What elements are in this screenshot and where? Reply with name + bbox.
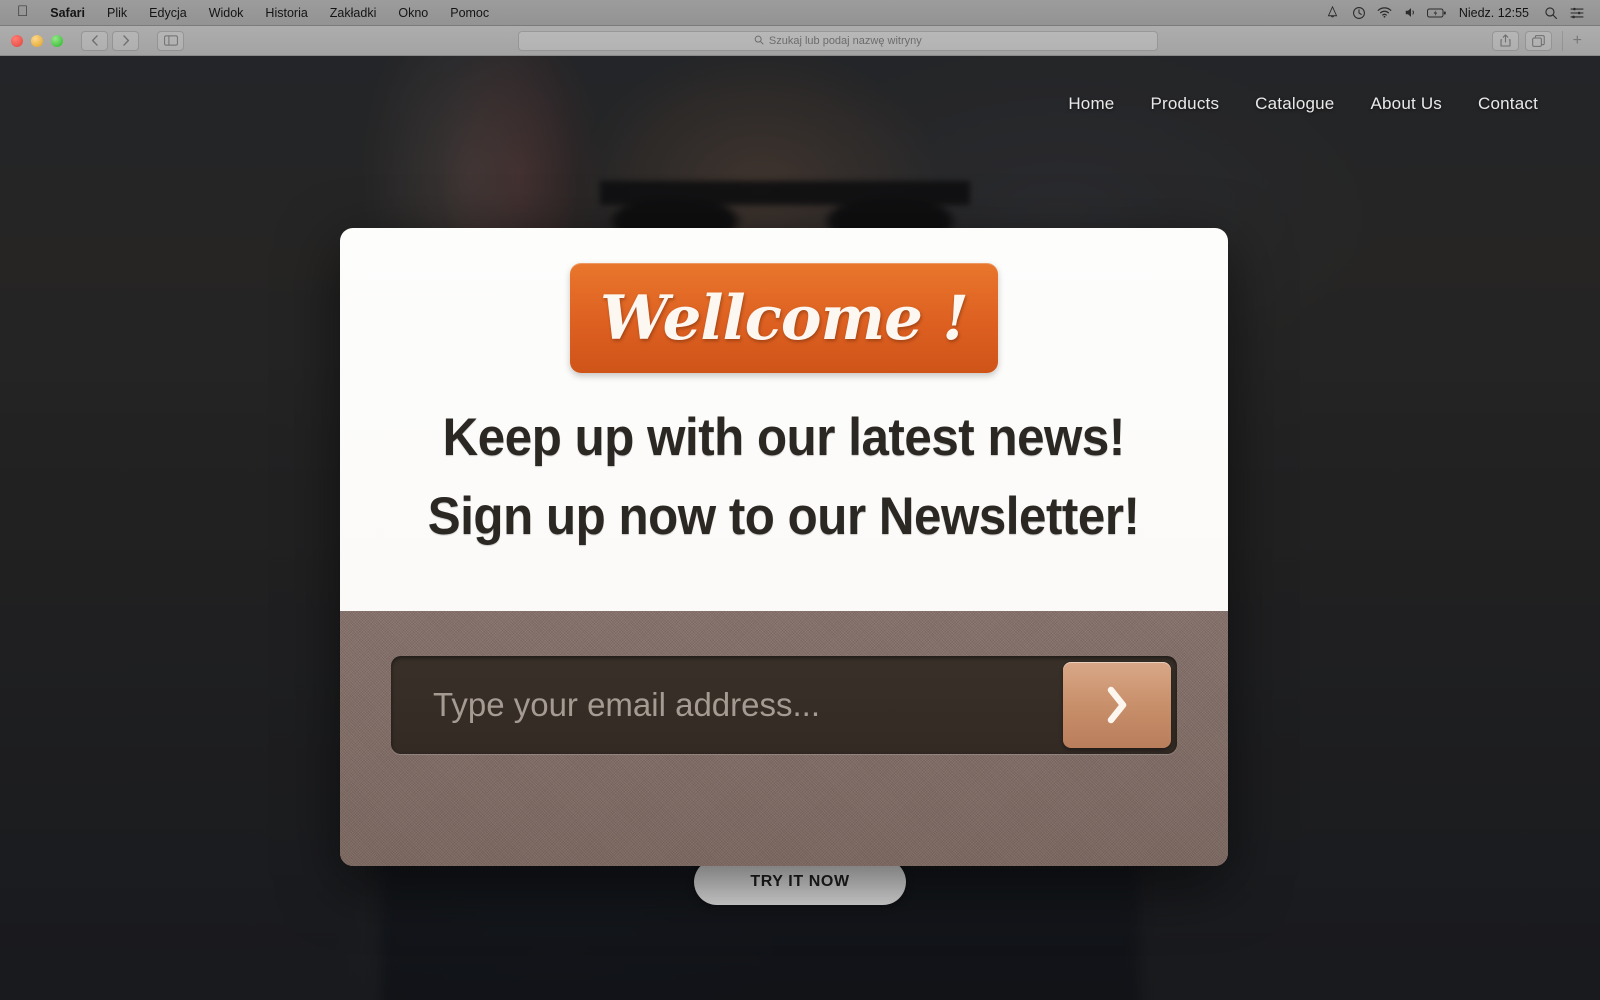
nav-link-home[interactable]: Home: [1068, 94, 1114, 114]
menu-item-zakladki[interactable]: Zakładki: [319, 0, 388, 26]
chevron-right-icon: [1106, 686, 1128, 724]
web-page-content: Home Products Catalogue About Us Contact…: [0, 56, 1600, 1000]
window-traffic-lights: [0, 34, 63, 47]
show-tabs-icon[interactable]: [1524, 30, 1552, 51]
address-bar[interactable]: Szukaj lub podaj nazwę witryny: [517, 30, 1158, 51]
minimize-window-button[interactable]: [31, 34, 43, 47]
menu-item-pomoc[interactable]: Pomoc: [439, 0, 500, 26]
menu-item-safari[interactable]: Safari: [39, 0, 96, 26]
nav-link-about-us[interactable]: About Us: [1370, 94, 1442, 114]
apple-logo-icon[interactable]: : [14, 4, 39, 21]
submit-email-button[interactable]: [1063, 662, 1171, 748]
close-window-button[interactable]: [11, 34, 23, 47]
nav-link-catalogue[interactable]: Catalogue: [1255, 94, 1334, 114]
wifi-icon[interactable]: [1372, 0, 1398, 26]
menu-item-edycja[interactable]: Edycja: [138, 0, 198, 26]
battery-icon[interactable]: [1424, 0, 1450, 26]
notification-bell-icon[interactable]: [1320, 0, 1346, 26]
sidebar-toggle-button[interactable]: [157, 30, 184, 51]
modal-headline-1: Keep up with our latest news!: [442, 408, 1126, 467]
address-bar-container: Szukaj lub podaj nazwę witryny: [184, 30, 1492, 51]
back-button[interactable]: [81, 30, 108, 51]
magnifier-icon: [754, 32, 764, 50]
menu-item-historia[interactable]: Historia: [254, 0, 318, 26]
spotlight-search-icon[interactable]: [1538, 0, 1564, 26]
safari-toolbar: Szukaj lub podaj nazwę witryny +: [0, 26, 1600, 56]
email-input[interactable]: [397, 662, 1063, 748]
menu-item-plik[interactable]: Plik: [96, 0, 138, 26]
site-navigation: Home Products Catalogue About Us Contact: [1068, 94, 1538, 114]
address-bar-placeholder: Szukaj lub podaj nazwę witryny: [768, 34, 922, 47]
new-tab-button[interactable]: +: [1561, 30, 1588, 51]
menu-bar-clock[interactable]: Niedz. 12:55: [1450, 0, 1538, 26]
welcome-banner-text: Wellcome !: [600, 282, 969, 354]
newsletter-signup-form: [391, 656, 1177, 754]
volume-icon[interactable]: [1398, 0, 1424, 26]
toolbar-right-buttons: +: [1491, 30, 1600, 51]
time-machine-icon[interactable]: [1346, 0, 1372, 26]
modal-headline-2: Sign up now to our Newsletter!: [428, 487, 1140, 546]
newsletter-modal: Wellcome ! Keep up with our latest news!…: [340, 228, 1228, 866]
modal-lower-section: [340, 611, 1228, 866]
nav-link-products[interactable]: Products: [1150, 94, 1219, 114]
modal-upper-section: Wellcome ! Keep up with our latest news!…: [340, 228, 1228, 611]
welcome-banner: Wellcome !: [570, 263, 998, 373]
os-menu-bar:  Safari Plik Edycja Widok Historia Zakł…: [0, 0, 1600, 26]
menu-bar-status-tray: Niedz. 12:55: [1320, 0, 1600, 26]
share-icon[interactable]: [1491, 30, 1519, 51]
navigation-buttons: [63, 30, 184, 51]
nav-link-contact[interactable]: Contact: [1478, 94, 1538, 114]
menu-bar-left-group:  Safari Plik Edycja Widok Historia Zakł…: [0, 0, 500, 26]
zoom-window-button[interactable]: [51, 34, 63, 47]
menu-item-widok[interactable]: Widok: [198, 0, 255, 26]
menu-item-okno[interactable]: Okno: [387, 0, 439, 26]
control-center-icon[interactable]: [1564, 0, 1590, 26]
forward-button[interactable]: [112, 30, 139, 51]
